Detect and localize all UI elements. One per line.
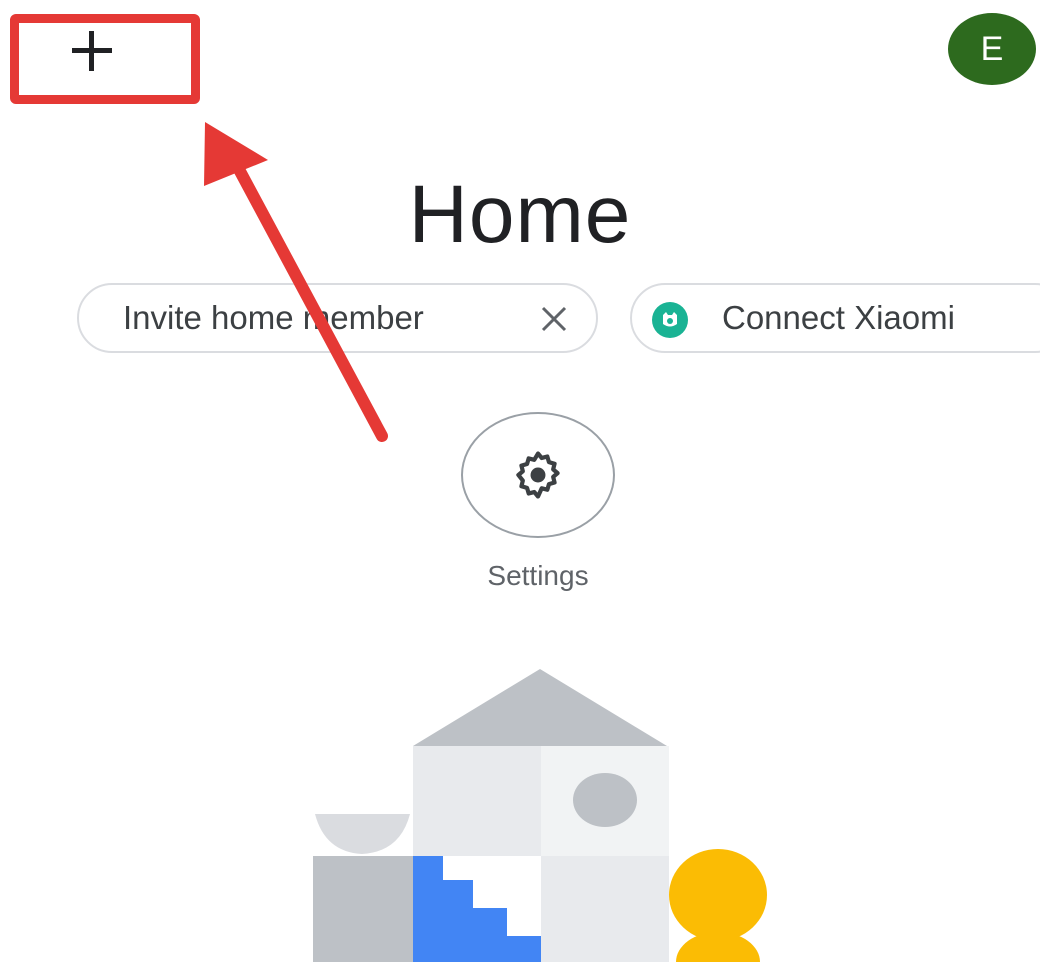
home-illustration bbox=[313, 669, 767, 962]
